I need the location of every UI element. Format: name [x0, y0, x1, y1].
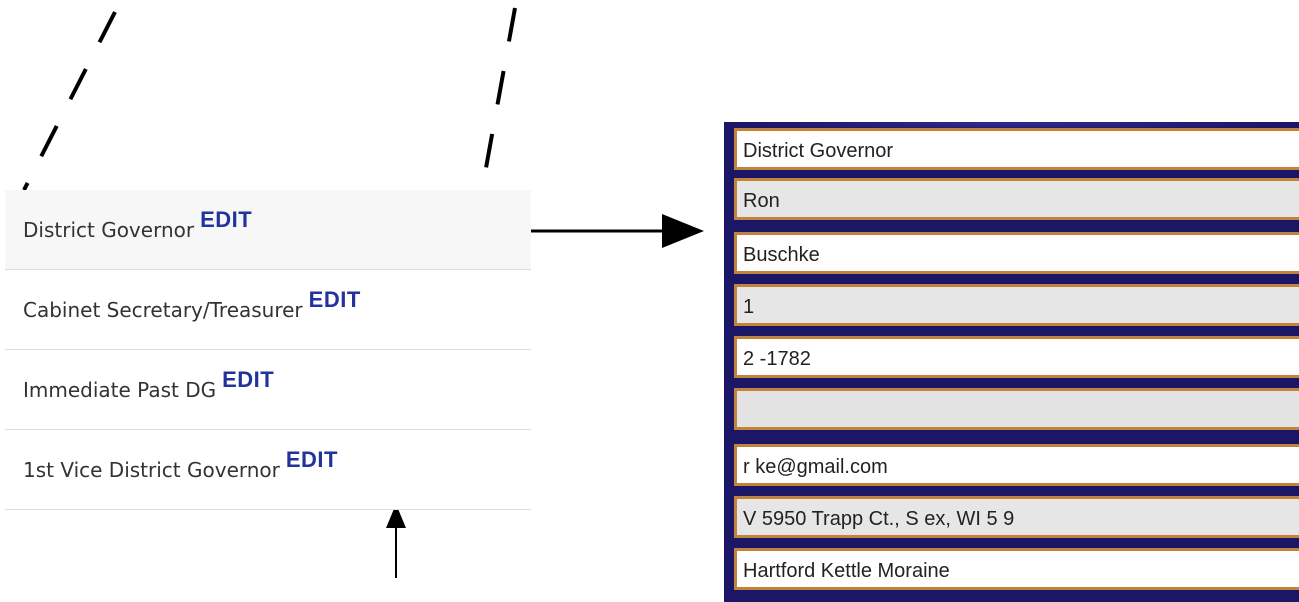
- role-label: Immediate Past DG EDIT: [23, 367, 274, 403]
- edit-link-1st-vice-district-governor[interactable]: EDIT: [286, 447, 338, 472]
- dashed-zoom-line-left: [22, 11, 117, 191]
- role-name: Immediate Past DG: [23, 377, 217, 402]
- role-name: 1st Vice District Governor: [23, 457, 280, 482]
- dashed-zoom-line-right: [480, 7, 517, 191]
- phone-field[interactable]: 1: [734, 284, 1299, 326]
- edit-link-cabinet-secretary-treasurer[interactable]: EDIT: [309, 287, 361, 312]
- arrow-to-form-head: [662, 214, 704, 248]
- district-officer-list: District Governor EDIT Cabinet Secretary/…: [5, 190, 531, 510]
- role-label: 1st Vice District Governor EDIT: [23, 447, 338, 483]
- title-field[interactable]: District Governor: [734, 128, 1299, 170]
- email-field[interactable]: r ke@gmail.com: [734, 444, 1299, 486]
- role-label: District Governor EDIT: [23, 207, 252, 243]
- role-row-cabinet-secretary-treasurer: Cabinet Secretary/Treasurer EDIT: [5, 270, 531, 350]
- edit-officer-form: District Governor Ron Buschke 1 2 -1782 …: [724, 122, 1299, 602]
- role-label: Cabinet Secretary/Treasurer EDIT: [23, 287, 361, 323]
- last-name-field[interactable]: Buschke: [734, 232, 1299, 274]
- role-row-1st-vice-district-governor: 1st Vice District Governor EDIT: [5, 430, 531, 510]
- role-row-district-governor: District Governor EDIT: [5, 190, 531, 270]
- first-name-field[interactable]: Ron: [734, 178, 1299, 220]
- fax-field[interactable]: [734, 388, 1299, 430]
- cell-phone-field[interactable]: 2 -1782: [734, 336, 1299, 378]
- role-name: District Governor: [23, 217, 195, 242]
- role-name: Cabinet Secretary/Treasurer: [23, 297, 303, 322]
- club-field[interactable]: Hartford Kettle Moraine: [734, 548, 1299, 590]
- edit-link-immediate-past-dg[interactable]: EDIT: [222, 367, 274, 392]
- role-row-immediate-past-dg: Immediate Past DG EDIT: [5, 350, 531, 430]
- edit-link-district-governor[interactable]: EDIT: [200, 207, 252, 232]
- address-field[interactable]: V 5950 Trapp Ct., S ex, WI 5 9: [734, 496, 1299, 538]
